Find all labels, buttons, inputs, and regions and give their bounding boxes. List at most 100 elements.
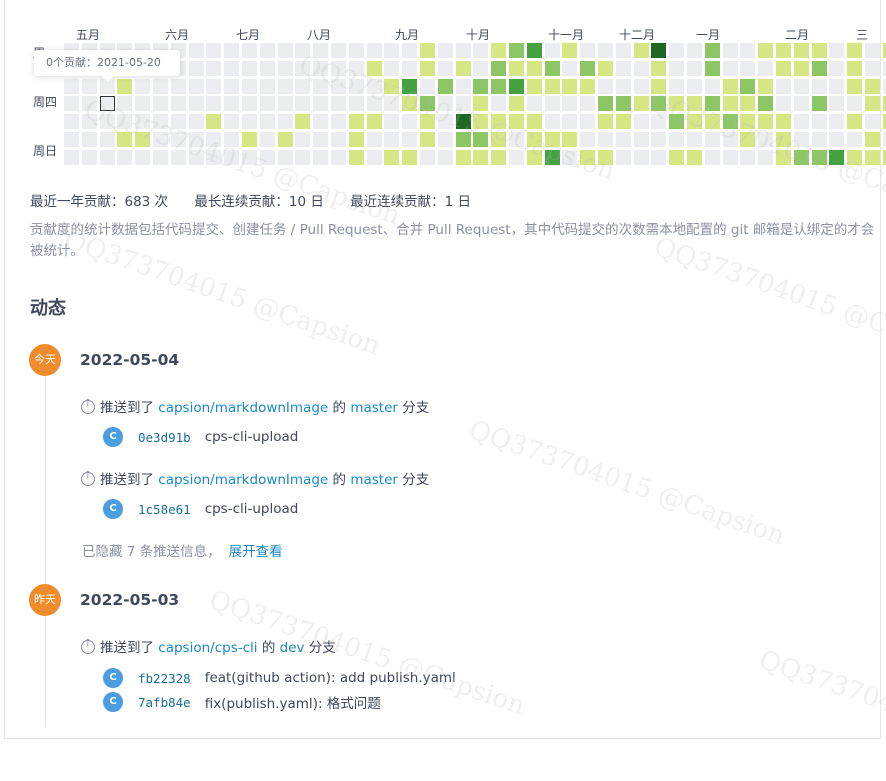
- heatmap-cell[interactable]: [277, 149, 293, 165]
- expand-link[interactable]: 展开查看: [229, 544, 283, 560]
- heatmap-cell[interactable]: [188, 114, 204, 130]
- heatmap-cell[interactable]: [704, 114, 720, 130]
- heatmap-cell[interactable]: [153, 149, 168, 165]
- heatmap-cell[interactable]: [348, 114, 364, 130]
- heatmap-cell[interactable]: [64, 149, 79, 165]
- heatmap-cell[interactable]: [242, 114, 257, 130]
- heatmap-cell[interactable]: [384, 149, 400, 165]
- heatmap-cell[interactable]: [259, 96, 275, 112]
- heatmap-cell[interactable]: [242, 43, 257, 58]
- heatmap-cell[interactable]: [526, 96, 542, 112]
- heatmap-cell[interactable]: [437, 78, 453, 94]
- heatmap-cell[interactable]: [865, 43, 880, 58]
- heatmap-cell[interactable]: [420, 60, 435, 76]
- heatmap-cell[interactable]: [580, 114, 596, 130]
- heatmap-cell[interactable]: [544, 114, 560, 130]
- heatmap-cell[interactable]: [348, 43, 364, 58]
- heatmap-cell[interactable]: [776, 60, 791, 76]
- heatmap-cell[interactable]: [402, 78, 418, 94]
- heatmap-cell[interactable]: [81, 132, 97, 147]
- heatmap-cell[interactable]: [544, 149, 560, 165]
- heatmap-cell[interactable]: [829, 132, 845, 147]
- heatmap-cell[interactable]: [580, 43, 596, 58]
- heatmap-cell[interactable]: [224, 96, 240, 112]
- heatmap-cell[interactable]: [295, 149, 311, 165]
- heatmap-cell[interactable]: [295, 60, 311, 76]
- heatmap-cell[interactable]: [224, 149, 240, 165]
- heatmap-cell[interactable]: [580, 60, 596, 76]
- heatmap-cell[interactable]: [758, 114, 774, 130]
- heatmap-cell[interactable]: [384, 78, 400, 94]
- heatmap-cell[interactable]: [829, 60, 845, 76]
- heatmap-cell[interactable]: [331, 149, 346, 165]
- heatmap-cell[interactable]: [491, 96, 507, 112]
- heatmap-cell[interactable]: [651, 114, 667, 130]
- branch-link[interactable]: dev: [280, 640, 305, 656]
- commit-hash-link[interactable]: 1c58e61: [138, 502, 191, 517]
- heatmap-cell[interactable]: [811, 96, 827, 112]
- heatmap-cell[interactable]: [473, 114, 489, 130]
- heatmap-cell[interactable]: [188, 149, 204, 165]
- heatmap-cell[interactable]: [704, 60, 720, 76]
- heatmap-cell[interactable]: [188, 96, 204, 112]
- heatmap-cell[interactable]: [722, 96, 738, 112]
- heatmap-cell[interactable]: [420, 78, 435, 94]
- heatmap-cell[interactable]: [313, 114, 329, 130]
- heatmap-cell[interactable]: [491, 60, 507, 76]
- heatmap-cell[interactable]: [811, 149, 827, 165]
- heatmap-cell[interactable]: [153, 96, 168, 112]
- heatmap-cell[interactable]: [313, 96, 329, 112]
- heatmap-cell[interactable]: [384, 60, 400, 76]
- repo-link[interactable]: capsion/markdownImage: [158, 472, 328, 488]
- heatmap-cell[interactable]: [758, 96, 774, 112]
- heatmap-cell[interactable]: [117, 132, 133, 147]
- commit-hash-link[interactable]: 7afb84e: [138, 695, 191, 710]
- heatmap-cell[interactable]: [865, 132, 880, 147]
- heatmap-cell[interactable]: [526, 114, 542, 130]
- heatmap-cell[interactable]: [509, 149, 524, 165]
- heatmap-cell[interactable]: [740, 96, 756, 112]
- heatmap-cell[interactable]: [740, 132, 756, 147]
- heatmap-cell[interactable]: [153, 114, 168, 130]
- heatmap-cell[interactable]: [81, 149, 97, 165]
- heatmap-cell[interactable]: [633, 132, 649, 147]
- heatmap-cell[interactable]: [437, 96, 453, 112]
- heatmap-cell[interactable]: [722, 78, 738, 94]
- heatmap-cell[interactable]: [562, 149, 578, 165]
- heatmap-cell[interactable]: [366, 114, 382, 130]
- heatmap-cell[interactable]: [473, 132, 489, 147]
- heatmap-cell[interactable]: [793, 96, 809, 112]
- heatmap-cell[interactable]: [704, 78, 720, 94]
- heatmap-cell[interactable]: [687, 43, 702, 58]
- heatmap-cell[interactable]: [99, 149, 115, 165]
- avatar[interactable]: C: [103, 427, 123, 447]
- heatmap-cell[interactable]: [704, 149, 720, 165]
- heatmap-cell[interactable]: [455, 149, 471, 165]
- heatmap-cell[interactable]: [135, 96, 151, 112]
- heatmap-cell[interactable]: [526, 78, 542, 94]
- heatmap-cell[interactable]: [633, 96, 649, 112]
- heatmap-cell[interactable]: [117, 78, 133, 94]
- heatmap-cell[interactable]: [509, 78, 524, 94]
- heatmap-cell[interactable]: [847, 78, 863, 94]
- heatmap-cell[interactable]: [99, 96, 115, 112]
- heatmap-cell[interactable]: [331, 78, 346, 94]
- heatmap-cell[interactable]: [526, 132, 542, 147]
- heatmap-cell[interactable]: [437, 60, 453, 76]
- heatmap-cell[interactable]: [473, 149, 489, 165]
- heatmap-cell[interactable]: [313, 149, 329, 165]
- heatmap-cell[interactable]: [206, 114, 222, 130]
- heatmap-cell[interactable]: [704, 43, 720, 58]
- heatmap-cell[interactable]: [793, 43, 809, 58]
- heatmap-cell[interactable]: [170, 114, 186, 130]
- heatmap-cell[interactable]: [758, 43, 774, 58]
- heatmap-cell[interactable]: [829, 114, 845, 130]
- heatmap-cell[interactable]: [117, 96, 133, 112]
- heatmap-cell[interactable]: [847, 60, 863, 76]
- heatmap-cell[interactable]: [64, 114, 79, 130]
- heatmap-cell[interactable]: [598, 149, 613, 165]
- heatmap-cell[interactable]: [224, 114, 240, 130]
- heatmap-cell[interactable]: [170, 149, 186, 165]
- heatmap-cell[interactable]: [420, 114, 435, 130]
- heatmap-cell[interactable]: [509, 43, 524, 58]
